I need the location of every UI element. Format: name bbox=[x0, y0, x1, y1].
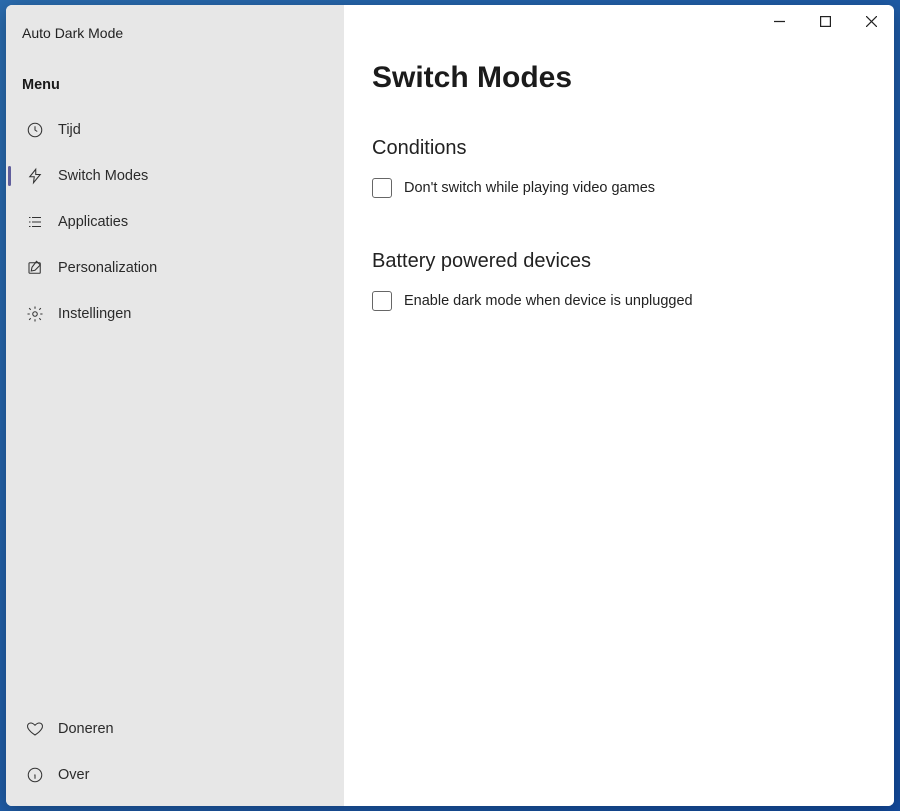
option-row: Don't switch while playing video games bbox=[372, 178, 866, 198]
checkbox-unplugged[interactable] bbox=[372, 291, 392, 311]
app-window: Auto Dark Mode Menu Tijd Switch Modes Ap… bbox=[6, 5, 894, 806]
sidebar-item-label: Tijd bbox=[58, 122, 81, 138]
checkbox-label: Enable dark mode when device is unplugge… bbox=[404, 293, 693, 309]
section-battery: Battery powered devices Enable dark mode… bbox=[344, 198, 894, 311]
edit-square-icon bbox=[26, 259, 44, 277]
sidebar-heading: Menu bbox=[6, 41, 344, 107]
sidebar-item-doneren[interactable]: Doneren bbox=[6, 706, 344, 752]
sidebar-item-over[interactable]: Over bbox=[6, 752, 344, 798]
heart-icon bbox=[26, 720, 44, 738]
footer-nav-list: Doneren Over bbox=[6, 706, 344, 806]
checkbox-video-games[interactable] bbox=[372, 178, 392, 198]
sidebar-item-personalization[interactable]: Personalization bbox=[6, 245, 344, 291]
app-title: Auto Dark Mode bbox=[6, 21, 344, 41]
clock-icon bbox=[26, 121, 44, 139]
sidebar-item-label: Over bbox=[58, 767, 89, 783]
list-icon bbox=[26, 213, 44, 231]
nav-list: Tijd Switch Modes Applicaties Personaliz… bbox=[6, 107, 344, 337]
sidebar-item-instellingen[interactable]: Instellingen bbox=[6, 291, 344, 337]
sidebar-item-label: Doneren bbox=[58, 721, 114, 737]
sidebar-item-label: Personalization bbox=[58, 260, 157, 276]
minimize-button[interactable] bbox=[756, 5, 802, 37]
section-conditions: Conditions Don't switch while playing vi… bbox=[344, 95, 894, 198]
sidebar: Auto Dark Mode Menu Tijd Switch Modes Ap… bbox=[6, 5, 344, 806]
close-button[interactable] bbox=[848, 5, 894, 37]
section-title: Battery powered devices bbox=[372, 250, 866, 273]
section-title: Conditions bbox=[372, 137, 866, 160]
sidebar-item-label: Switch Modes bbox=[58, 168, 148, 184]
lightning-icon bbox=[26, 167, 44, 185]
maximize-button[interactable] bbox=[802, 5, 848, 37]
checkbox-label: Don't switch while playing video games bbox=[404, 180, 655, 196]
sidebar-item-applicaties[interactable]: Applicaties bbox=[6, 199, 344, 245]
sidebar-item-label: Applicaties bbox=[58, 214, 128, 230]
sidebar-item-label: Instellingen bbox=[58, 306, 131, 322]
sidebar-item-tijd[interactable]: Tijd bbox=[6, 107, 344, 153]
titlebar-controls bbox=[756, 5, 894, 37]
gear-icon bbox=[26, 305, 44, 323]
content-pane: Switch Modes Conditions Don't switch whi… bbox=[344, 5, 894, 806]
option-row: Enable dark mode when device is unplugge… bbox=[372, 291, 866, 311]
sidebar-item-switch-modes[interactable]: Switch Modes bbox=[6, 153, 344, 199]
info-icon bbox=[26, 766, 44, 784]
